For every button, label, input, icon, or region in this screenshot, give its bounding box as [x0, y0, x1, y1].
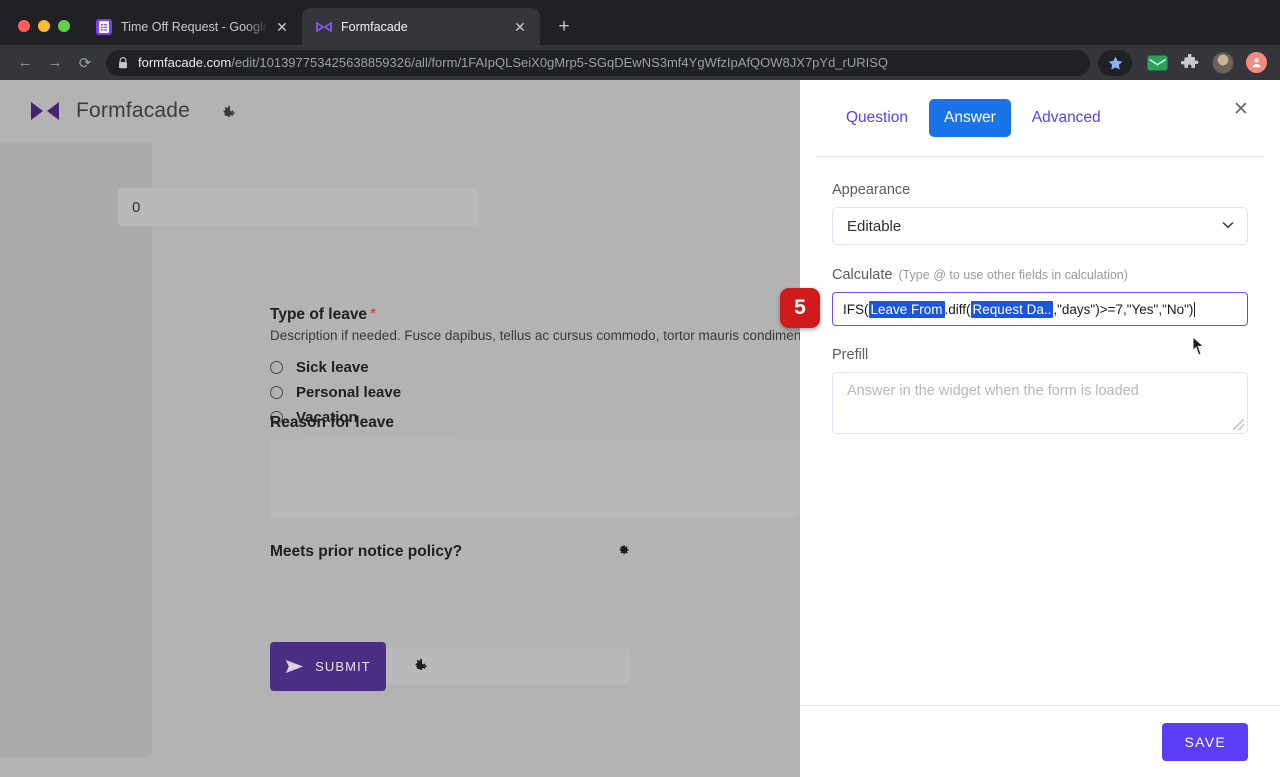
page-title: Formfacade [76, 99, 190, 123]
send-icon [285, 659, 304, 674]
calculate-label: Calculate (Type @ to use other fields in… [832, 267, 1248, 283]
prefill-textarea[interactable]: Answer in the widget when the form is lo… [832, 372, 1248, 434]
answer-settings-panel: Question Answer Advanced ✕ Appearance Ed… [800, 80, 1280, 777]
gear-icon[interactable] [410, 655, 429, 674]
formula-mid: .diff( [945, 302, 971, 317]
browser-tab-formfacade[interactable]: Formfacade ✕ [302, 8, 540, 45]
reload-button[interactable]: ⟳ [70, 49, 100, 77]
appearance-label: Appearance [832, 182, 1248, 198]
profile-avatar[interactable] [1209, 49, 1237, 77]
browser-tab-title: Formfacade [341, 20, 506, 34]
tab-question[interactable]: Question [831, 99, 923, 137]
prefill-label-text: Prefill [832, 347, 868, 363]
google-forms-icon [96, 19, 112, 35]
gear-icon[interactable] [218, 102, 237, 121]
reason-label: Reason for leave [270, 414, 394, 432]
gear-icon[interactable] [616, 543, 631, 558]
appearance-label-text: Appearance [832, 182, 910, 198]
browser-toolbar: ← → ⟳ formfacade.com/edit/10139775342563… [0, 45, 1280, 80]
window-controls [0, 20, 82, 45]
appearance-select[interactable]: Editable [832, 207, 1248, 245]
submit-button[interactable]: SUBMIT [270, 642, 386, 691]
question-description: Description if needed. Fusce dapibus, te… [270, 328, 828, 343]
back-button[interactable]: ← [10, 49, 40, 77]
address-bar-url: formfacade.com/edit/10139775342563885932… [138, 55, 888, 70]
left-rail [0, 142, 152, 758]
radio-label: Personal leave [296, 384, 401, 401]
url-path: /edit/101397753425638859326/all/form/1FA… [231, 55, 888, 70]
text-caret [1194, 302, 1195, 317]
minimize-window-button[interactable] [38, 20, 50, 32]
close-tab-button[interactable]: ✕ [510, 17, 530, 37]
mouse-cursor [1192, 336, 1206, 361]
lock-icon [118, 57, 132, 69]
app-root: Time Off Request - Google For ✕ Formfaca… [0, 0, 1280, 777]
radio-circle-icon [270, 386, 283, 399]
panel-footer: SAVE [800, 705, 1280, 777]
radio-option-personal-leave[interactable]: Personal leave [270, 384, 401, 401]
radio-option-sick-leave[interactable]: Sick leave [270, 359, 369, 376]
reason-textarea[interactable] [270, 440, 800, 518]
appearance-selected-value: Editable [847, 218, 901, 235]
forward-button[interactable]: → [40, 49, 70, 77]
resize-handle[interactable] [1233, 419, 1244, 430]
maximize-window-button[interactable] [58, 20, 70, 32]
formfacade-icon [316, 19, 332, 35]
panel-body: Appearance Editable Calculate (Type @ to… [800, 157, 1280, 705]
panel-tabs: Question Answer Advanced [831, 99, 1116, 137]
profile-account-icon[interactable] [1242, 49, 1270, 77]
save-button[interactable]: SAVE [1162, 723, 1248, 761]
url-host: formfacade.com [138, 55, 231, 70]
prefill-placeholder: Answer in the widget when the form is lo… [847, 383, 1139, 399]
calculate-input[interactable]: IFS(Leave From.diff(Request Da..,"days")… [832, 292, 1248, 326]
browser-tab-title: Time Off Request - Google For [121, 20, 268, 34]
extensions-puzzle-icon[interactable] [1176, 49, 1204, 77]
close-tab-button[interactable]: ✕ [272, 17, 292, 37]
chevron-down-icon [1222, 221, 1234, 232]
browser-chrome: Time Off Request - Google For ✕ Formfaca… [0, 0, 1280, 80]
tab-answer[interactable]: Answer [929, 99, 1011, 137]
close-window-button[interactable] [18, 20, 30, 32]
calculate-hint: (Type @ to use other fields in calculati… [898, 268, 1127, 282]
formfacade-header: Formfacade [28, 98, 237, 124]
address-bar[interactable]: formfacade.com/edit/10139775342563885932… [106, 50, 1090, 76]
close-icon[interactable]: ✕ [1230, 98, 1252, 120]
question-label-text: Type of leave [270, 306, 367, 323]
policy-label: Meets prior notice policy? [270, 543, 462, 561]
formula-suffix: ,"days")>=7,"Yes","No") [1053, 302, 1193, 317]
calculate-label-text: Calculate [832, 267, 892, 283]
tab-advanced[interactable]: Advanced [1017, 99, 1116, 137]
panel-tabs-bar: Question Answer Advanced ✕ [800, 80, 1280, 156]
step-badge: 5 [780, 288, 820, 328]
number-field[interactable]: 0 [118, 188, 478, 226]
new-tab-button[interactable]: + [550, 12, 578, 40]
formula-prefix: IFS( [843, 302, 869, 317]
submit-button-label: SUBMIT [315, 659, 371, 674]
mail-icon[interactable] [1143, 49, 1171, 77]
field-token-request-date[interactable]: Request Da.. [971, 301, 1054, 318]
field-token-leave-from[interactable]: Leave From [869, 301, 945, 318]
required-marker: * [370, 306, 376, 323]
tab-strip: Time Off Request - Google For ✕ Formfaca… [0, 0, 1280, 45]
radio-label: Sick leave [296, 359, 369, 376]
browser-tab-google-forms[interactable]: Time Off Request - Google For ✕ [82, 8, 302, 45]
prefill-label: Prefill [832, 347, 1248, 363]
question-label: Type of leave* [270, 306, 376, 324]
radio-circle-icon [270, 361, 283, 374]
bookmark-star-icon[interactable] [1098, 50, 1132, 76]
formfacade-logo-icon [28, 98, 62, 124]
